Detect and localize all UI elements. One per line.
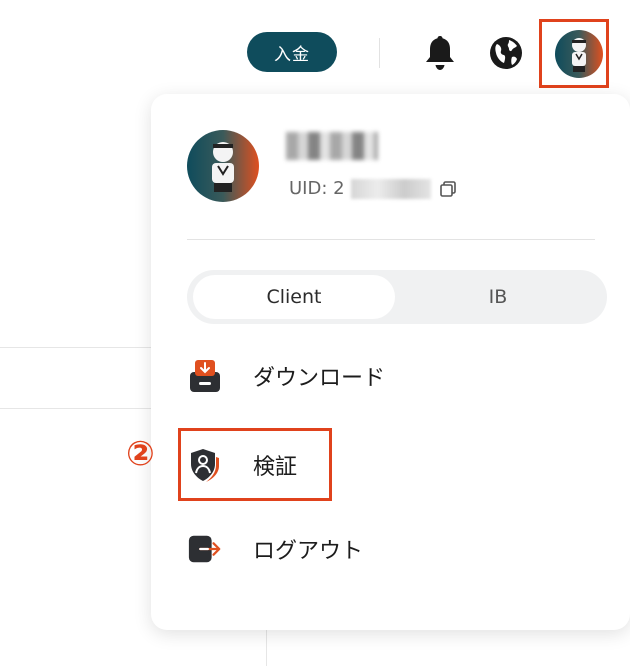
username-redacted [286, 132, 378, 160]
copy-icon[interactable] [439, 180, 457, 198]
menu-label-download: ダウンロード [253, 366, 386, 391]
account-dropdown-panel: UID: 2 Client IB ダウンロード 検証 ログアウト [151, 94, 630, 630]
background-divider [266, 630, 267, 666]
background-divider [0, 347, 151, 348]
verify-highlight-box [178, 428, 332, 501]
uid-value-redacted [350, 178, 431, 199]
menu-label-logout: ログアウト [253, 539, 364, 564]
download-box-icon [187, 358, 223, 394]
deposit-button[interactable]: 入金 [247, 32, 337, 72]
toggle-client[interactable]: Client [193, 275, 395, 319]
step-2-marker: ② [126, 434, 155, 474]
globe-icon[interactable] [487, 34, 525, 72]
menu-item-logout[interactable]: ログアウト [187, 521, 363, 577]
topbar-divider [379, 38, 380, 68]
uid-row: UID: 2 [289, 178, 457, 199]
bell-icon[interactable] [421, 33, 459, 73]
background-divider [0, 408, 151, 409]
account-type-toggle: Client IB [187, 270, 607, 324]
uid-label: UID: 2 [289, 178, 345, 199]
menu-item-download[interactable]: ダウンロード [187, 348, 385, 404]
toggle-ib[interactable]: IB [397, 275, 599, 319]
profile-avatar [187, 130, 259, 202]
logout-icon [187, 531, 223, 567]
avatar-highlight-box [539, 19, 609, 88]
panel-divider [187, 239, 595, 240]
